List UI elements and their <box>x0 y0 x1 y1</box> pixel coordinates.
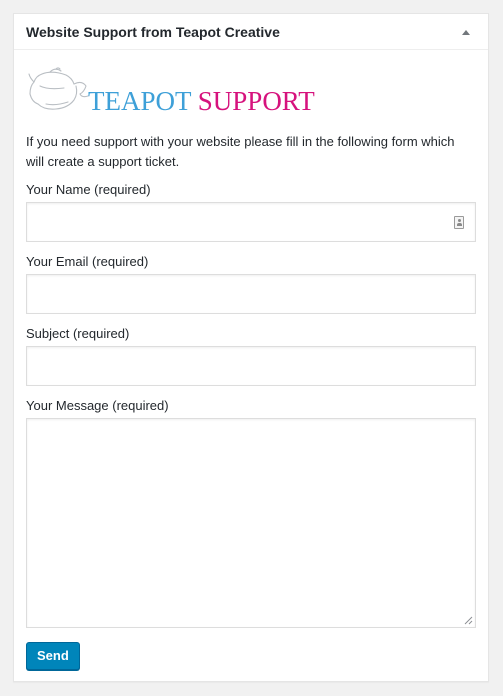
teapot-icon <box>28 67 89 110</box>
widget-header: Website Support from Teapot Creative <box>14 14 488 50</box>
widget-body: TEAPOT SUPPORT If you need support with … <box>14 50 488 670</box>
send-button[interactable]: Send <box>26 642 80 670</box>
message-label: Your Message (required) <box>26 398 169 413</box>
message-field[interactable] <box>26 418 476 628</box>
resize-grip-icon[interactable] <box>464 616 473 625</box>
support-widget: Website Support from Teapot Creative TEA… <box>13 13 489 682</box>
contact-card-icon[interactable] <box>454 216 464 229</box>
teapot-support-logo: TEAPOT SUPPORT <box>26 64 476 126</box>
logo-word-support: SUPPORT <box>197 86 315 116</box>
name-field[interactable] <box>26 202 476 242</box>
triangle-up-icon <box>462 29 470 35</box>
widget-title: Website Support from Teapot Creative <box>26 23 280 40</box>
subject-label: Subject (required) <box>26 326 130 341</box>
logo-word-teapot: TEAPOT <box>88 86 192 116</box>
contact-card-head <box>457 219 461 222</box>
collapse-toggle-button[interactable] <box>456 22 476 42</box>
email-field[interactable] <box>26 274 476 314</box>
intro-text: If you need support with your website pl… <box>26 134 455 169</box>
logo-text: TEAPOT SUPPORT <box>88 86 315 116</box>
contact-card-body <box>456 223 462 226</box>
email-label: Your Email (required) <box>26 254 149 269</box>
subject-field[interactable] <box>26 346 476 386</box>
name-label: Your Name (required) <box>26 182 151 197</box>
